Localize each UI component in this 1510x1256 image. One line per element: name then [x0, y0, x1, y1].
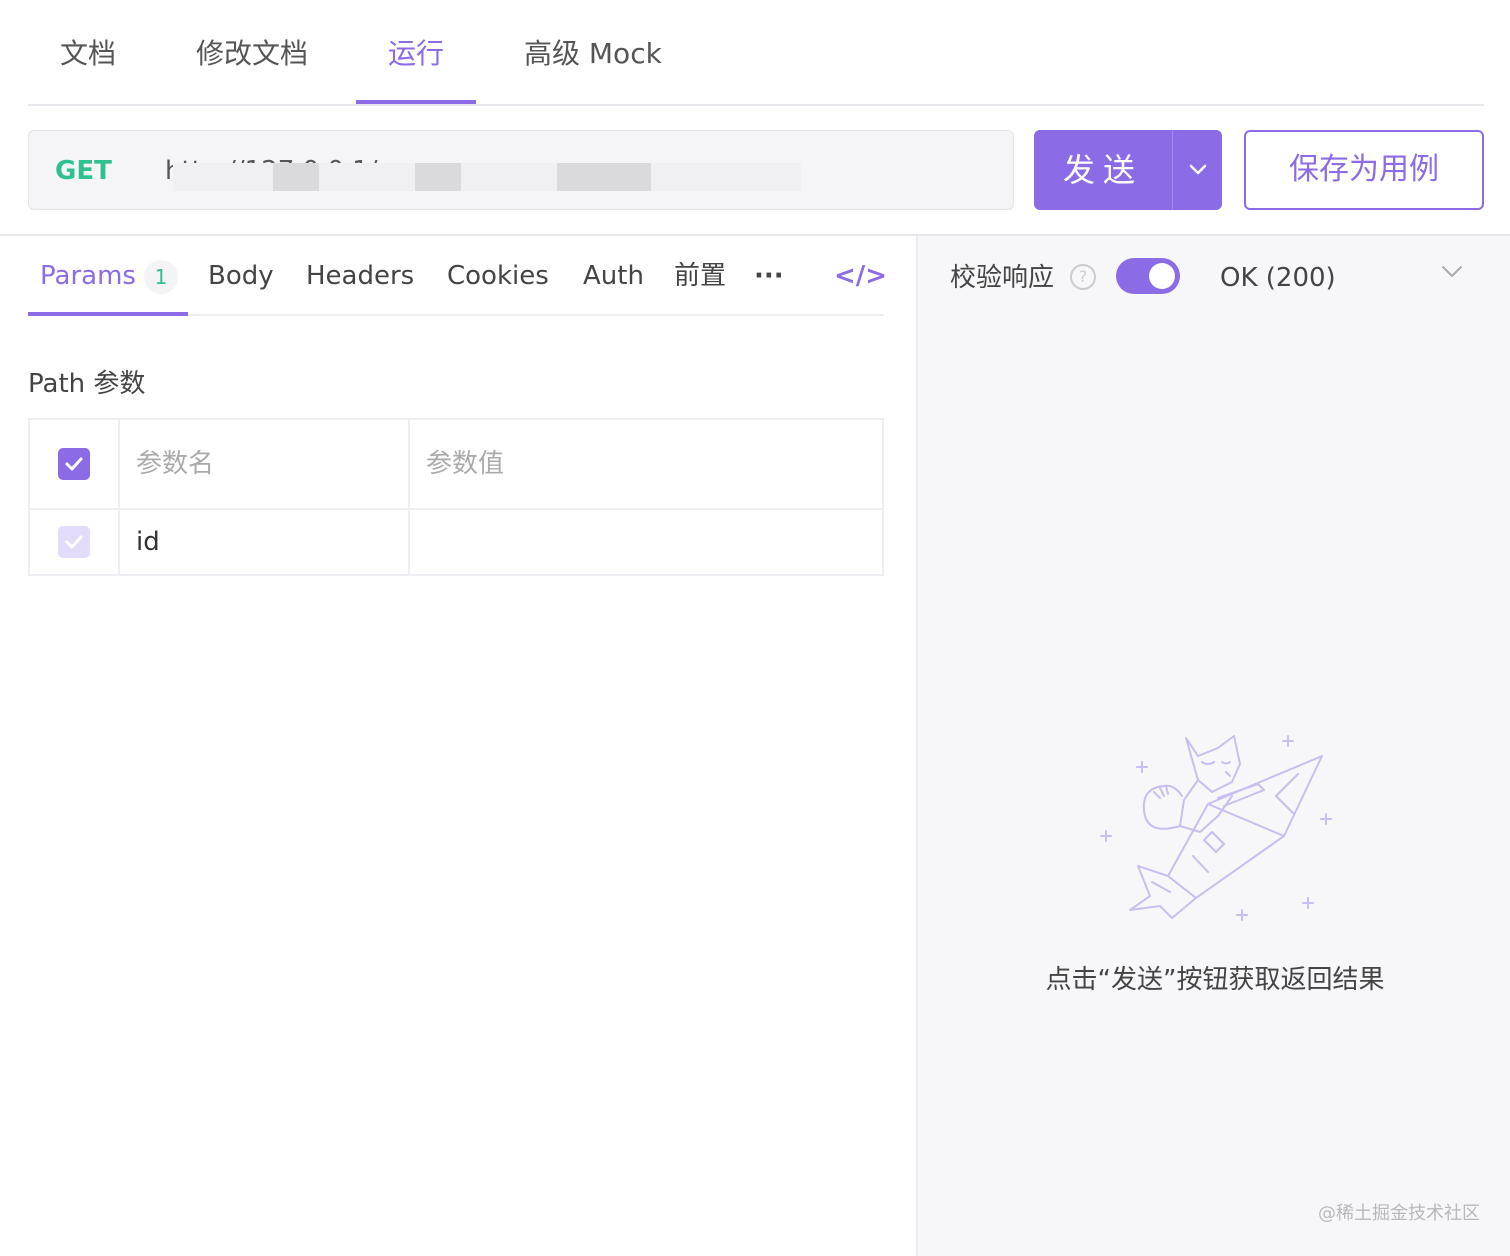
redacted-block: [557, 163, 651, 191]
tab-params[interactable]: Params: [40, 256, 136, 296]
redacted-block: [369, 163, 415, 191]
validate-response-label: 校验响应: [950, 263, 1055, 293]
tab-headers[interactable]: Headers: [306, 256, 414, 296]
select-all-checkbox[interactable]: [58, 448, 90, 480]
column-divider: [408, 420, 410, 574]
tab-run[interactable]: 运行: [388, 34, 444, 74]
watermark: @稀土掘金技术社区: [1318, 1203, 1480, 1224]
request-tab-bar: Params 1 Body Headers Cookies Auth 前置 ··…: [28, 236, 887, 316]
active-subtab-indicator: [28, 312, 188, 316]
row-divider: [30, 508, 882, 510]
redacted-block: [415, 163, 461, 191]
response-status-select[interactable]: OK (200): [1220, 258, 1336, 298]
redacted-block: [509, 163, 557, 191]
tab-edit-docs[interactable]: 修改文档: [196, 34, 308, 74]
path-params-title: Path 参数: [28, 369, 146, 399]
tab-docs[interactable]: 文档: [60, 34, 116, 74]
redacted-block: [461, 163, 509, 191]
column-header-name: 参数名: [136, 449, 215, 479]
tab-cookies[interactable]: Cookies: [447, 256, 549, 296]
column-header-value: 参数值: [426, 449, 505, 479]
row-checkbox[interactable]: [58, 526, 90, 558]
code-icon[interactable]: </>: [834, 256, 887, 296]
send-button-group: 发送: [1034, 130, 1222, 210]
redacted-block: [173, 163, 283, 191]
toggle-knob: [1149, 263, 1175, 289]
tab-pre-request[interactable]: 前置: [674, 256, 726, 296]
param-value-input[interactable]: [426, 524, 866, 560]
tab-advanced-mock[interactable]: 高级 Mock: [524, 34, 662, 74]
more-tabs-icon[interactable]: ···: [754, 256, 784, 296]
send-button[interactable]: 发送: [1034, 130, 1172, 210]
param-name-cell[interactable]: id: [136, 524, 160, 560]
redacted-block: [319, 163, 369, 191]
response-panel: 校验响应 ? OK (200) 点击“发送”按钮获取返回结果 @稀土掘金技术社区: [916, 236, 1510, 1256]
params-count-badge: 1: [144, 260, 178, 294]
chevron-down-icon[interactable]: [1440, 264, 1464, 284]
rocket-fox-illustration: [1100, 735, 1332, 921]
tab-body[interactable]: Body: [208, 256, 274, 296]
redacted-block: [273, 163, 319, 191]
validate-response-toggle[interactable]: [1116, 258, 1180, 294]
redacted-block: [747, 163, 801, 191]
active-tab-indicator: [356, 100, 476, 104]
request-panel: Params 1 Body Headers Cookies Auth 前置 ··…: [0, 236, 916, 1256]
top-tab-bar: 文档 修改文档 运行 高级 Mock: [28, 0, 1484, 106]
tab-auth[interactable]: Auth: [583, 256, 644, 296]
redacted-block: [651, 163, 747, 191]
save-as-case-button[interactable]: 保存为用例: [1244, 130, 1484, 210]
column-divider: [118, 420, 120, 574]
empty-response-hint: 点击“发送”按钮获取返回结果: [1045, 965, 1385, 995]
chevron-down-icon[interactable]: [1173, 130, 1222, 210]
url-bar[interactable]: GET http://127.0.0.1/...: [28, 130, 1014, 210]
path-params-table: 参数名 参数值 id: [28, 418, 884, 576]
help-icon[interactable]: ?: [1070, 264, 1096, 290]
http-method[interactable]: GET: [55, 151, 112, 191]
